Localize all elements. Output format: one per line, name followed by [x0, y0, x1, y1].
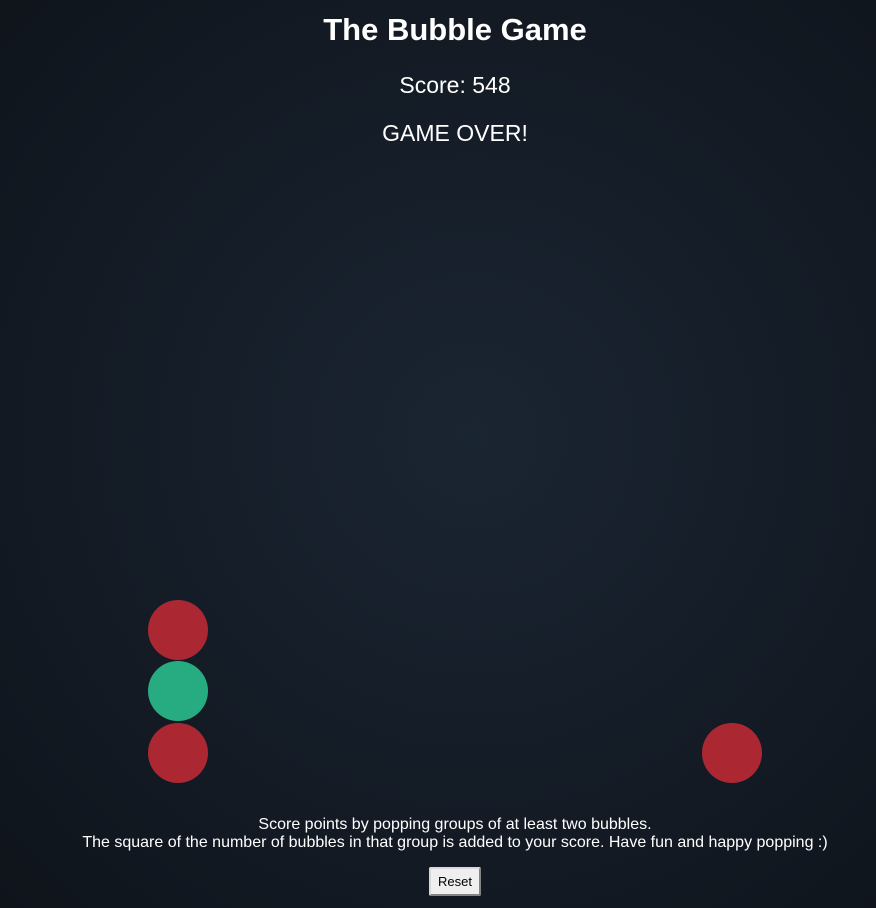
game-title: The Bubble Game — [323, 12, 587, 47]
bubble-red[interactable] — [148, 600, 208, 660]
game-over-status: GAME OVER! — [382, 120, 528, 146]
reset-container: Reset — [0, 867, 876, 896]
bubble-red[interactable] — [148, 723, 208, 783]
instructions: Score points by popping groups of at lea… — [0, 816, 876, 852]
instructions-line-2: The square of the number of bubbles in t… — [82, 834, 828, 851]
bubble-red[interactable] — [702, 723, 762, 783]
reset-button[interactable]: Reset — [429, 867, 481, 896]
bubble-green[interactable] — [148, 661, 208, 721]
instructions-line-1: Score points by popping groups of at lea… — [258, 816, 652, 833]
score-display: Score: 548 — [399, 72, 511, 98]
